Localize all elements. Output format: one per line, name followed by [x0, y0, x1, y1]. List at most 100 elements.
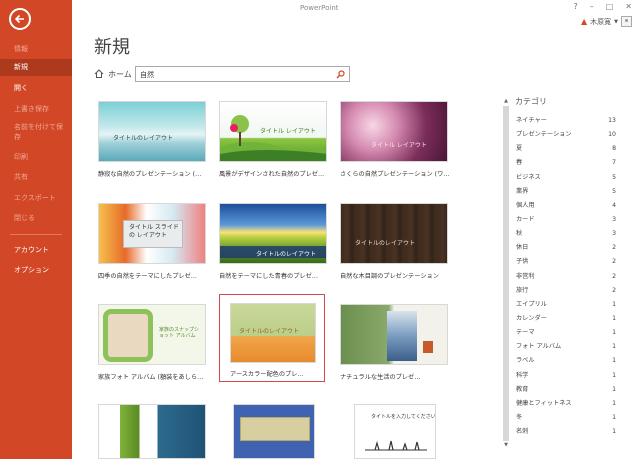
- category-item[interactable]: フォト アルバム 1: [516, 340, 616, 354]
- category-item[interactable]: 非営利 2: [516, 270, 616, 284]
- sidebar-item-new[interactable]: 新規: [0, 59, 72, 76]
- category-item[interactable]: 旅行 2: [516, 284, 616, 298]
- category-item[interactable]: 春7: [516, 156, 616, 170]
- category-item[interactable]: ラベル 1: [516, 354, 616, 368]
- category-item[interactable]: カレンダー 1: [516, 312, 616, 326]
- search-icon[interactable]: [336, 70, 345, 79]
- sidebar-item-open[interactable]: 開く: [0, 80, 72, 97]
- scroll-up-icon[interactable]: ▲: [503, 98, 509, 104]
- sidebar-item-options[interactable]: オプション: [0, 262, 72, 279]
- template-name: さくらの自然プレゼンテーション (ワ…: [340, 171, 450, 178]
- thumbnail-title: タイトル レイアウト: [371, 142, 427, 149]
- template-thumbnail[interactable]: タイトル レイアウト: [219, 101, 327, 162]
- category-label: ラベル: [516, 357, 535, 365]
- template-name: 家族フォト アルバム (額装をあしら…: [98, 374, 204, 381]
- category-count: 1: [612, 413, 616, 421]
- sidebar-item-close[interactable]: 閉じる: [0, 210, 72, 227]
- scroll-down-icon[interactable]: ▼: [503, 442, 509, 448]
- category-count: 8: [612, 145, 616, 153]
- user-avatar-icon: [621, 16, 632, 27]
- category-item[interactable]: 健康とフィットネス 1: [516, 397, 616, 411]
- template-thumbnail[interactable]: [98, 404, 206, 459]
- template-thumbnail[interactable]: [233, 404, 315, 459]
- category-item[interactable]: 夏8: [516, 142, 616, 156]
- sidebar-item-save[interactable]: 上書き保存: [0, 101, 72, 118]
- maximize-button[interactable]: □: [606, 2, 614, 11]
- category-count: 5: [612, 173, 616, 181]
- category-item[interactable]: 冬1: [516, 411, 616, 425]
- search-input[interactable]: [140, 69, 330, 80]
- minimize-button[interactable]: –: [590, 2, 594, 11]
- template-name: 自然をテーマにした青春のプレゼ…: [219, 273, 318, 280]
- sidebar-item-print[interactable]: 印刷: [0, 149, 72, 166]
- category-item[interactable]: 個人用 4: [516, 199, 616, 213]
- category-item[interactable]: 業界 5: [516, 185, 616, 199]
- category-item[interactable]: 科学 1: [516, 369, 616, 383]
- category-item[interactable]: プレゼンテーション 10: [516, 128, 616, 142]
- category-item[interactable]: テーマ 1: [516, 326, 616, 340]
- category-item[interactable]: 名刺 1: [516, 425, 616, 439]
- category-item[interactable]: ビジネス 5: [516, 171, 616, 185]
- user-name[interactable]: 木原寛: [590, 17, 611, 27]
- template-thumbnail[interactable]: タイトルのレイアウト: [340, 203, 448, 264]
- template-name: ナチュラルな生活のプレゼ…: [340, 374, 421, 381]
- category-label: 休日: [516, 244, 529, 252]
- category-item[interactable]: 休日 2: [516, 241, 616, 255]
- back-button[interactable]: [9, 8, 31, 30]
- thumbnail-title: タイトルのレイアウト: [113, 135, 174, 142]
- category-label: フォト アルバム: [516, 343, 562, 351]
- help-button[interactable]: ?: [573, 2, 577, 11]
- category-count: 1: [612, 385, 616, 393]
- template-thumbnail[interactable]: タイトル スライドの レイアウト: [98, 203, 206, 264]
- user-account[interactable]: ▲ 木原寛 ▼: [581, 16, 632, 27]
- category-count: 2: [612, 272, 616, 280]
- breadcrumb-home[interactable]: ホーム: [108, 69, 132, 80]
- silhouette-illustration: [365, 440, 427, 451]
- sidebar-item-save-as[interactable]: 名前を付けて保存: [0, 121, 72, 143]
- sidebar-item-export[interactable]: エクスポート: [0, 190, 72, 207]
- thumbnail-title: 家族のスナップショット アルバム: [159, 327, 200, 339]
- category-label: ビジネス: [516, 173, 541, 181]
- scroll-thumb[interactable]: [503, 106, 509, 441]
- search-box[interactable]: [135, 66, 350, 82]
- template-thumbnail[interactable]: タイトルを入力してください: [354, 404, 436, 459]
- category-item[interactable]: カード 3: [516, 213, 616, 227]
- category-count: 1: [612, 357, 616, 365]
- sidebar-item-account[interactable]: アカウント: [0, 242, 72, 259]
- category-label: カード: [516, 215, 535, 223]
- category-item[interactable]: 子供 2: [516, 255, 616, 269]
- close-button[interactable]: ✕: [625, 2, 632, 11]
- template-thumbnail[interactable]: タイトルのレイアウト: [219, 203, 327, 264]
- template-thumbnail[interactable]: タイトル レイアウト: [340, 101, 448, 162]
- chevron-down-icon[interactable]: ▼: [614, 19, 618, 25]
- template-name: 自然な木目調のプレゼンテーション: [340, 273, 439, 280]
- backstage-sidebar: 情報 新規 開く 上書き保存 名前を付けて保存 印刷 共有 エクスポート 閉じる…: [0, 0, 72, 459]
- thumbnail-title: タイトル スライドの レイアウト: [129, 224, 179, 239]
- category-count: 2: [612, 286, 616, 294]
- home-icon[interactable]: [94, 69, 104, 78]
- sidebar-item-share[interactable]: 共有: [0, 169, 72, 186]
- flower-pot: [423, 341, 433, 353]
- category-item[interactable]: ネイチャー 13: [516, 114, 616, 128]
- template-thumbnail[interactable]: タイトルのレイアウト: [98, 101, 206, 162]
- template-thumbnail[interactable]: タイトルのレイアウト: [230, 303, 316, 363]
- template-thumbnail[interactable]: [340, 304, 448, 365]
- sidebar-item-info[interactable]: 情報: [0, 41, 72, 58]
- template-name: アースカラー配色のプレ…: [230, 371, 304, 378]
- category-label: 非営利: [516, 272, 535, 280]
- template-card-selected[interactable]: タイトルのレイアウト アースカラー配色のプレ…: [219, 294, 325, 382]
- category-item[interactable]: 教育 1: [516, 383, 616, 397]
- template-thumbnail[interactable]: 家族のスナップショット アルバム: [98, 304, 206, 365]
- category-label: テーマ: [516, 329, 535, 337]
- category-scrollbar[interactable]: ▲ ▼: [503, 98, 509, 448]
- page-title: 新規: [94, 37, 130, 58]
- thumbnail-title: タイトルのレイアウト: [355, 240, 416, 247]
- category-count: 1: [612, 399, 616, 407]
- category-item[interactable]: 秋3: [516, 227, 616, 241]
- window-controls: ? – □ ✕: [573, 2, 632, 11]
- category-label: 夏: [516, 145, 523, 153]
- thumbnail-title: タイトルのレイアウト: [256, 251, 317, 258]
- category-item[interactable]: エイプリル 1: [516, 298, 616, 312]
- category-count: 1: [612, 300, 616, 308]
- template-name: 静寂な自然のプレゼンテーション (…: [98, 171, 202, 178]
